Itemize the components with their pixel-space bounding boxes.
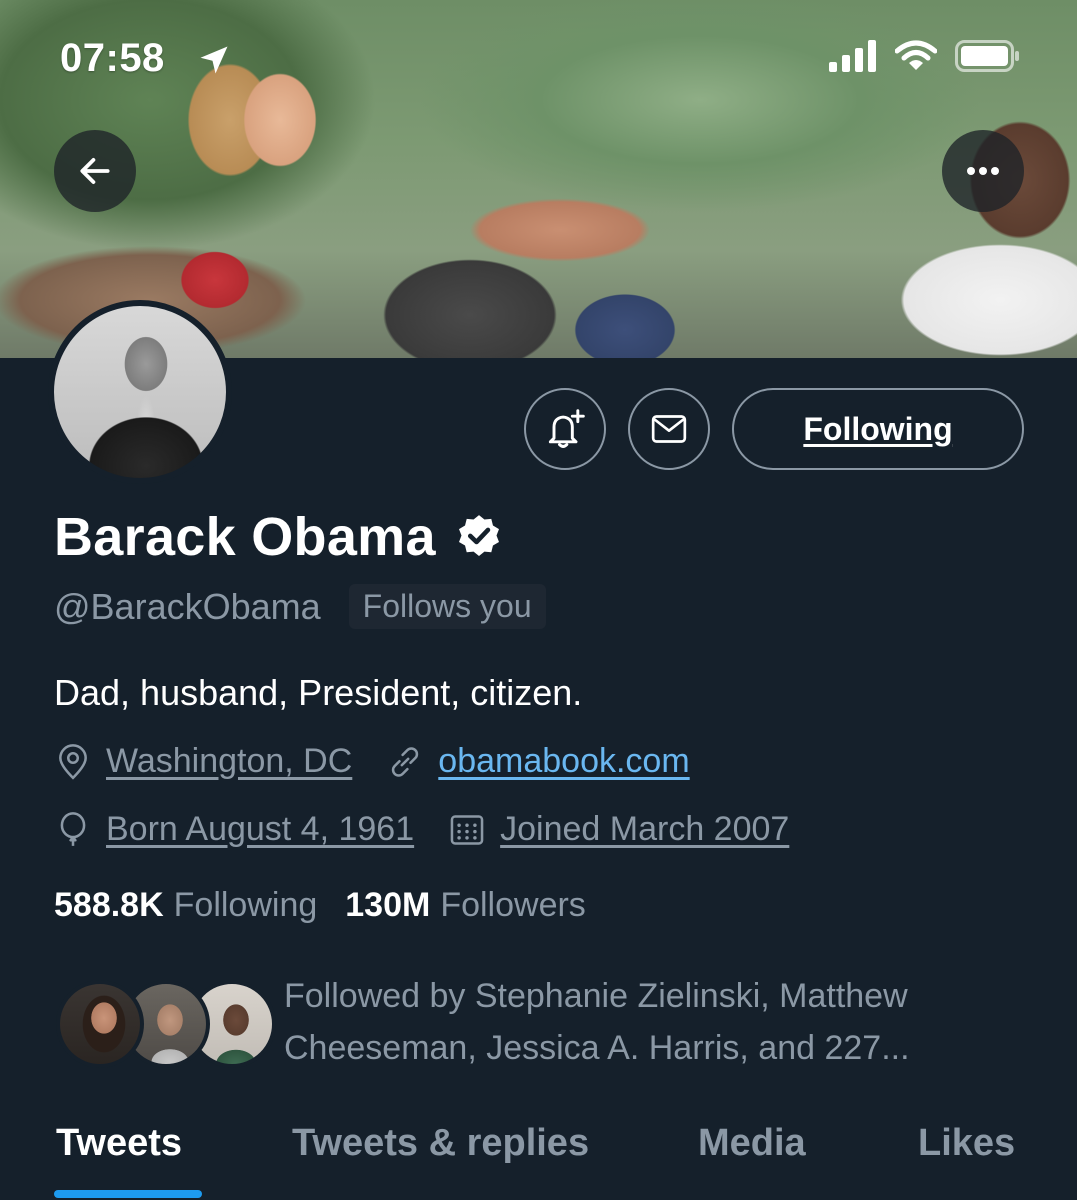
website-link[interactable]: obamabook.com: [438, 742, 689, 781]
active-tab-indicator: [54, 1190, 202, 1198]
following-count: 588.8K: [54, 886, 164, 924]
tab-tweets[interactable]: Tweets: [56, 1122, 182, 1165]
notifications-button[interactable]: [524, 388, 606, 470]
wifi-icon: [895, 40, 937, 70]
followers-label: Followers: [440, 886, 586, 924]
back-arrow-icon: [80, 158, 110, 184]
website: obamabook.com: [386, 742, 690, 781]
location: Washington, DC: [54, 742, 352, 781]
calendar-icon: [450, 814, 484, 845]
location-pin-icon: [59, 743, 87, 780]
joined-text[interactable]: Joined March 2007: [500, 810, 789, 849]
following-button[interactable]: Following: [732, 388, 1024, 470]
profile-tabs: Tweets Tweets & replies Media Likes: [0, 1118, 1077, 1200]
status-icons: [829, 40, 1021, 72]
mail-icon: [651, 415, 687, 443]
follows-you-badge: Follows you: [348, 584, 546, 629]
handle: @BarackObama: [54, 585, 321, 627]
signal-icon: [829, 40, 876, 72]
tab-tweets-and-replies[interactable]: Tweets & replies: [292, 1122, 589, 1165]
status-bar: 07:58: [0, 0, 1077, 110]
follow-stats: 588.8K Following 130M Followers: [54, 886, 586, 925]
bell-plus-icon: [548, 409, 585, 448]
link-icon: [392, 746, 419, 777]
meta-row-2: Born August 4, 1961 Joined March 2007: [54, 810, 789, 849]
more-options-button[interactable]: [942, 130, 1024, 212]
profile-avatar[interactable]: [48, 300, 232, 484]
meta-row-1: Washington, DC obamabook.com: [54, 742, 690, 781]
display-name: Barack Obama: [54, 507, 436, 567]
message-button[interactable]: [628, 388, 710, 470]
battery-icon: [955, 40, 1019, 72]
handle-row: @BarackObama Follows you: [54, 584, 546, 629]
birthday: Born August 4, 1961: [54, 810, 414, 849]
location-text[interactable]: Washington, DC: [106, 742, 352, 781]
following-stat[interactable]: 588.8K Following: [54, 886, 317, 925]
verified-icon: [458, 515, 499, 556]
location-arrow-icon: [200, 46, 228, 74]
tab-likes[interactable]: Likes: [918, 1122, 1015, 1165]
followers-stat[interactable]: 130M Followers: [345, 886, 586, 925]
followed-by-text[interactable]: Followed by Stephanie Zielinski, Matthew…: [284, 970, 1004, 1074]
avatar: [56, 980, 144, 1068]
balloon-icon: [60, 811, 86, 846]
birthday-text[interactable]: Born August 4, 1961: [106, 810, 414, 849]
tab-media[interactable]: Media: [698, 1122, 806, 1165]
followers-count: 130M: [345, 886, 431, 924]
following-label: Following: [173, 886, 318, 924]
name-row: Barack Obama: [54, 506, 504, 568]
joined: Joined March 2007: [448, 810, 789, 849]
status-time: 07:58: [60, 36, 165, 80]
bio: Dad, husband, President, citizen.: [54, 672, 583, 713]
back-button[interactable]: [54, 130, 136, 212]
more-icon: [967, 167, 999, 175]
